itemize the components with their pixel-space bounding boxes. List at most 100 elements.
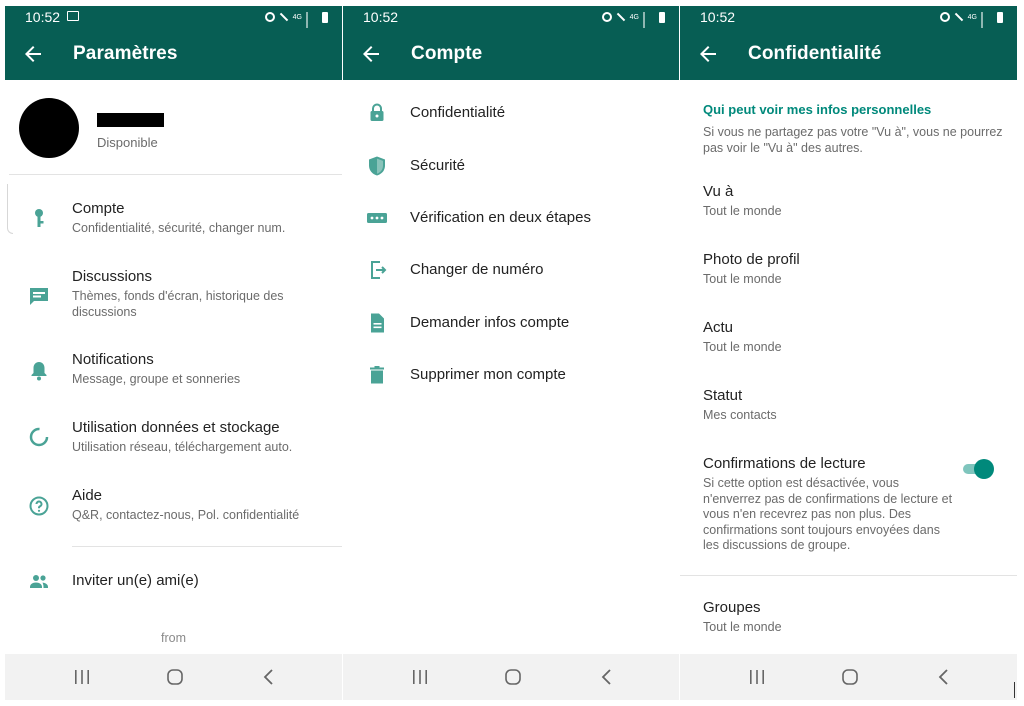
account-item-security[interactable]: Sécurité	[343, 151, 679, 181]
profile-header[interactable]: Disponible	[9, 80, 342, 176]
shield-icon	[369, 156, 385, 176]
back-arrow-icon[interactable]	[696, 42, 720, 66]
privacy-item-value: Mes contacts	[703, 408, 777, 422]
network-type: 4G	[629, 13, 639, 21]
divider	[9, 174, 342, 175]
settings-item-title: Notifications	[72, 351, 154, 368]
privacy-item-title: Photo de profil	[703, 251, 800, 268]
dots-icon	[367, 213, 387, 223]
account-item-privacy[interactable]: Confidentialité	[343, 98, 679, 128]
clock: 10:52	[700, 9, 736, 25]
alarm-icon	[601, 12, 612, 22]
account-item-title: Confidentialité	[410, 104, 506, 121]
back-arrow-icon[interactable]	[359, 42, 383, 66]
account-item-two-step[interactable]: Vérification en deux étapes	[343, 203, 679, 233]
privacy-item-profile-photo[interactable]: Photo de profil Tout le monde	[703, 251, 1017, 291]
network-type: 4G	[292, 13, 302, 21]
settings-item-notifications[interactable]: Notifications Message, groupe et sonneri…	[5, 351, 342, 391]
recent-apps-icon[interactable]	[71, 667, 93, 687]
privacy-item-about[interactable]: Actu Tout le monde	[703, 319, 1017, 359]
read-receipts-toggle[interactable]	[961, 459, 994, 479]
divider	[680, 575, 1017, 576]
mute-icon	[954, 12, 963, 22]
privacy-item-value: Tout le monde	[703, 340, 782, 354]
settings-item-account[interactable]: Compte Confidentialité, sécurité, change…	[5, 200, 342, 240]
privacy-item-title: Vu à	[703, 183, 734, 200]
settings-item-desc: Q&R, contactez-nous, Pol. confidentialit…	[72, 508, 300, 522]
android-nav-bar	[343, 654, 679, 700]
recent-apps-icon[interactable]	[746, 667, 768, 687]
divider	[1014, 682, 1015, 698]
privacy-item-value: Tout le monde	[703, 204, 782, 218]
privacy-item-title: Statut	[703, 387, 743, 404]
settings-item-invite[interactable]: Inviter un(e) ami(e)	[5, 572, 342, 596]
account-item-delete[interactable]: Supprimer mon compte	[343, 360, 679, 390]
settings-item-help[interactable]: Aide Q&R, contactez-nous, Pol. confident…	[5, 487, 342, 527]
signal-icon	[643, 12, 655, 37]
page-title: Confidentialité	[748, 43, 882, 64]
account-item-title: Demander infos compte	[410, 314, 570, 331]
settings-item-title: Utilisation données et stockage	[72, 419, 280, 436]
bell-icon	[31, 362, 47, 381]
home-icon[interactable]	[502, 667, 524, 687]
mute-icon	[279, 12, 288, 22]
footer-from-label: from	[161, 631, 186, 645]
change-number-icon	[371, 261, 387, 279]
profile-status: Disponible	[97, 135, 158, 150]
page-title: Compte	[411, 43, 483, 64]
app-bar: Paramètres	[5, 28, 342, 80]
app-bar: Confidentialité	[680, 28, 1017, 80]
system-icons: 4G	[264, 10, 328, 37]
nav-back-icon[interactable]	[258, 667, 280, 687]
settings-item-title: Aide	[72, 487, 103, 504]
android-nav-bar	[5, 654, 342, 700]
account-item-title: Changer de numéro	[410, 261, 544, 278]
settings-item-desc: Thèmes, fonds d'écran, historique des di…	[72, 289, 284, 319]
chat-icon	[30, 288, 48, 305]
privacy-item-read-receipts[interactable]: Confirmations de lecture Si cette option…	[703, 455, 1017, 555]
status-bar: 10:52 4G	[680, 6, 1017, 37]
account-item-change-number[interactable]: Changer de numéro	[343, 255, 679, 285]
privacy-item-value: Tout le monde	[703, 272, 782, 286]
document-icon	[371, 313, 384, 333]
privacy-item-groups[interactable]: Groupes Tout le monde	[703, 599, 1017, 639]
page-title: Paramètres	[73, 43, 178, 64]
people-icon	[30, 575, 48, 588]
toggle-thumb	[974, 459, 994, 479]
settings-item-title: Inviter un(e) ami(e)	[72, 572, 199, 589]
nav-back-icon[interactable]	[596, 667, 618, 687]
signal-icon	[306, 12, 318, 37]
lock-icon	[370, 103, 384, 121]
privacy-item-last-seen[interactable]: Vu à Tout le monde	[703, 183, 1017, 223]
account-item-title: Supprimer mon compte	[410, 366, 566, 383]
data-usage-icon	[29, 427, 49, 447]
key-icon	[35, 209, 44, 227]
privacy-item-title: Actu	[703, 319, 734, 336]
status-bar: 10:52 4G	[5, 6, 342, 37]
help-icon	[29, 496, 49, 516]
system-icons: 4G	[939, 10, 1003, 37]
clock: 10:52	[25, 9, 61, 25]
alarm-icon	[939, 12, 950, 22]
home-icon[interactable]	[839, 667, 861, 687]
system-icons: 4G	[601, 10, 665, 37]
privacy-item-status[interactable]: Statut Mes contacts	[703, 387, 1017, 427]
settings-item-desc: Message, groupe et sonneries	[72, 372, 241, 386]
settings-item-title: Compte	[72, 200, 125, 217]
settings-item-title: Discussions	[72, 268, 153, 285]
privacy-screen: 10:52 4G Confidentialité Qui peut voir m…	[680, 6, 1017, 700]
avatar[interactable]	[19, 98, 79, 158]
settings-item-chats[interactable]: Discussions Thèmes, fonds d'écran, histo…	[5, 268, 342, 324]
settings-item-data-storage[interactable]: Utilisation données et stockage Utilisat…	[5, 419, 342, 459]
account-item-request-info[interactable]: Demander infos compte	[343, 308, 679, 338]
settings-item-desc: Utilisation réseau, téléchargement auto.	[72, 440, 293, 454]
alarm-icon	[264, 12, 275, 22]
back-arrow-icon[interactable]	[21, 42, 45, 66]
home-icon[interactable]	[164, 667, 186, 687]
gallery-notification-icon	[67, 11, 79, 21]
battery-icon	[322, 11, 328, 23]
recent-apps-icon[interactable]	[409, 667, 431, 687]
nav-back-icon[interactable]	[933, 667, 955, 687]
account-screen: 10:52 4G Compte Confidentialité Sécurité…	[343, 6, 679, 700]
app-bar: Compte	[343, 28, 679, 80]
